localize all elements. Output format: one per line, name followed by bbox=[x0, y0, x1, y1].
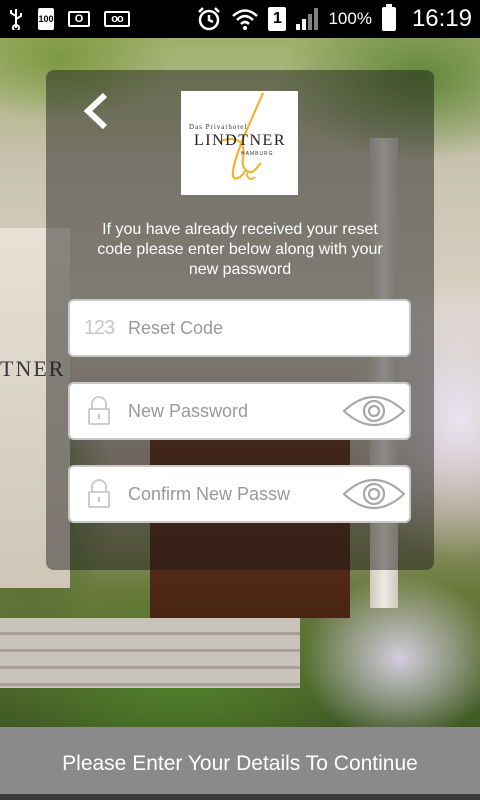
alarm-clock-icon bbox=[196, 6, 222, 32]
battery-notification-icon: 100 bbox=[38, 8, 54, 30]
show-new-password-button[interactable] bbox=[339, 384, 409, 438]
reset-code-field[interactable]: 123 bbox=[68, 299, 411, 357]
battery-percentage: 100% bbox=[328, 9, 372, 28]
lock-icon bbox=[70, 396, 128, 426]
logo-city: HAMBURG bbox=[241, 151, 274, 157]
continue-button[interactable]: Please Enter Your Details To Continue bbox=[0, 727, 480, 800]
hotel-logo: Das Privathotel LINDTNER HAMBURG bbox=[181, 91, 298, 195]
signal-strength-icon bbox=[296, 8, 319, 30]
clock-time: 16:19 bbox=[411, 5, 472, 32]
bottom-divider bbox=[0, 794, 480, 800]
confirm-password-input[interactable] bbox=[128, 467, 339, 521]
battery-icon bbox=[381, 4, 396, 31]
show-confirm-password-button[interactable] bbox=[339, 467, 409, 521]
continue-button-label: Please Enter Your Details To Continue bbox=[62, 751, 418, 775]
numeric-icon: 123 bbox=[70, 317, 128, 340]
lock-icon bbox=[70, 479, 128, 509]
chevron-left-icon bbox=[83, 92, 108, 130]
new-password-input[interactable] bbox=[128, 384, 339, 438]
back-button[interactable] bbox=[78, 90, 114, 132]
outlook-icon: O bbox=[68, 11, 90, 27]
sim-card-icon: 1 bbox=[268, 7, 287, 31]
usb-icon bbox=[8, 8, 24, 30]
background-steps bbox=[0, 618, 300, 688]
eye-icon bbox=[342, 479, 406, 509]
status-bar: 100 O oo 1 100% 16:19 bbox=[0, 0, 480, 38]
reset-code-input[interactable] bbox=[128, 301, 409, 355]
logo-subtitle: Das Privathotel bbox=[189, 123, 248, 131]
instruction-text: If you have already received your reset … bbox=[97, 221, 383, 278]
wifi-icon bbox=[232, 8, 259, 30]
confirm-password-field[interactable] bbox=[68, 465, 411, 523]
numeric-icon-label: 123 bbox=[83, 316, 115, 339]
eye-icon bbox=[342, 396, 406, 426]
new-password-field[interactable] bbox=[68, 382, 411, 440]
voicemail-icon: oo bbox=[104, 11, 130, 27]
logo-name: LINDTNER bbox=[194, 132, 286, 149]
